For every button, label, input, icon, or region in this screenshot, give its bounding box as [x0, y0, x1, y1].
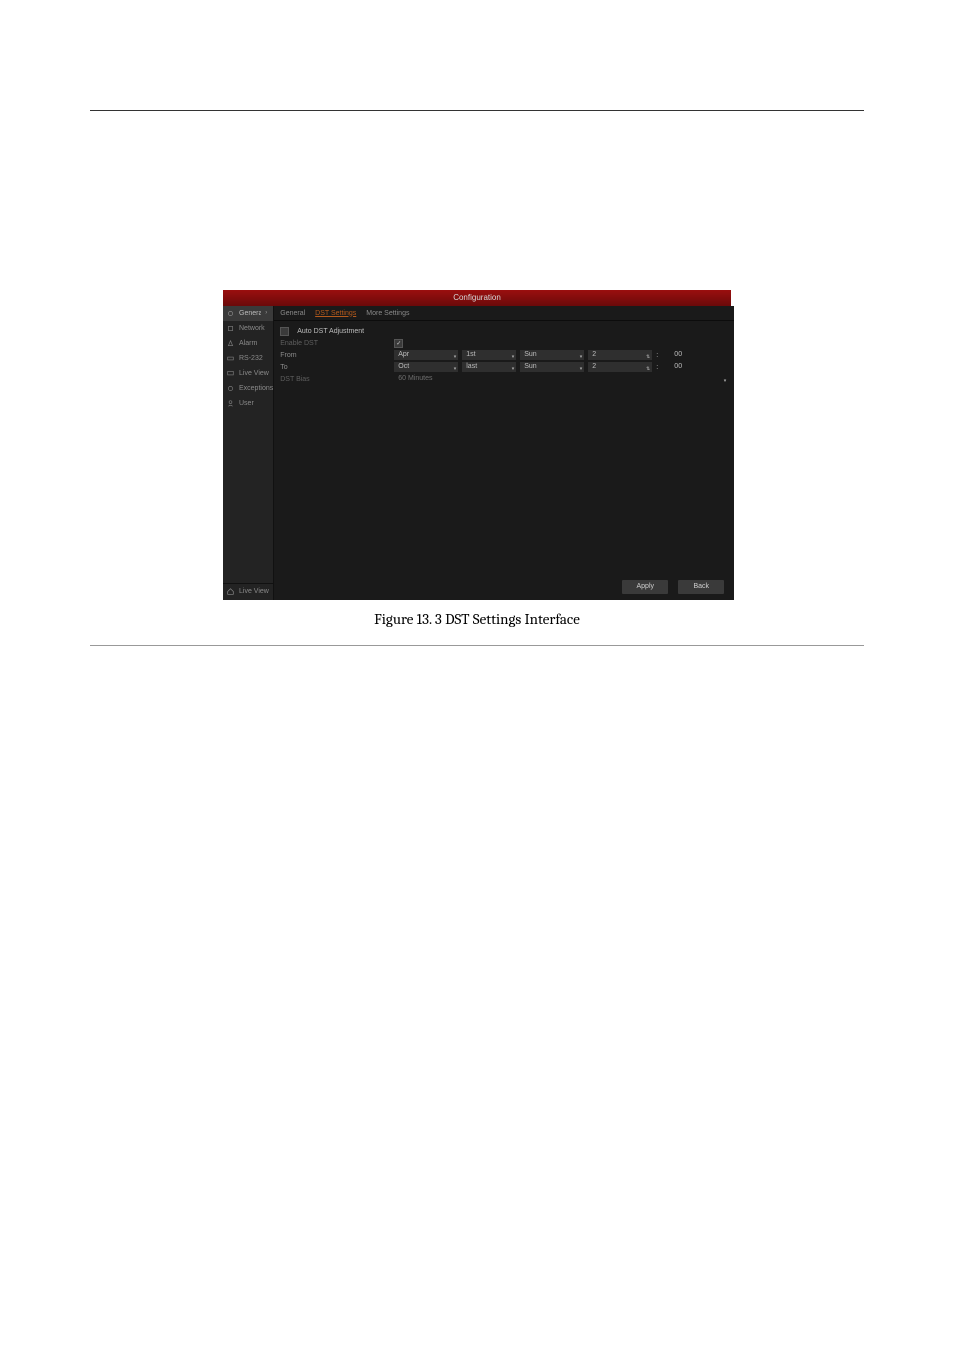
- row-enable-dst: Enable DST ✓: [280, 337, 728, 349]
- chevron-down-icon: ▾: [512, 364, 515, 374]
- spinner-icon: ⇅: [646, 364, 650, 374]
- sidebar-item-label: Live View: [239, 370, 269, 377]
- sidebar-item-label: General: [239, 310, 264, 317]
- to-label: To: [280, 364, 390, 371]
- to-day-value: Sun: [524, 363, 536, 370]
- sidebar-item-alarm[interactable]: Alarm: [223, 336, 273, 351]
- sidebar-item-network[interactable]: Network: [223, 321, 273, 336]
- from-month-value: Apr: [398, 351, 409, 358]
- window-title: Configuration: [223, 290, 731, 306]
- from-hour-value: 2: [592, 351, 596, 358]
- chevron-down-icon: ▾: [580, 352, 583, 362]
- chevron-down-icon: ▾: [454, 352, 457, 362]
- network-icon: [227, 325, 234, 332]
- gear-icon: [227, 310, 234, 317]
- from-day-select[interactable]: Sun ▾: [520, 350, 584, 360]
- tab-general[interactable]: General: [280, 310, 305, 317]
- from-ordinal-value: 1st: [466, 351, 475, 358]
- home-icon: [227, 588, 234, 595]
- sidebar-item-label: RS-232: [239, 355, 263, 362]
- dst-bias-label: DST Bias: [280, 376, 390, 383]
- user-icon: [227, 400, 234, 407]
- page-top-rule: [90, 110, 864, 111]
- from-month-select[interactable]: Apr ▾: [394, 350, 458, 360]
- config-app: Configuration General › Network Alarm: [223, 290, 731, 600]
- chevron-down-icon: ▾: [512, 352, 515, 362]
- to-month-value: Oct: [398, 363, 409, 370]
- sidebar: General › Network Alarm RS-232: [223, 306, 274, 600]
- sidebar-item-exceptions[interactable]: Exceptions: [223, 381, 273, 396]
- to-hour-spinner[interactable]: 2 ⇅: [588, 362, 652, 372]
- row-dst-bias: DST Bias 60 Minutes ▾: [280, 373, 728, 385]
- alarm-icon: [227, 340, 234, 347]
- sidebar-item-general[interactable]: General ›: [223, 306, 273, 321]
- sidebar-item-rs232[interactable]: RS-232: [223, 351, 273, 366]
- tab-dst-settings[interactable]: DST Settings: [315, 310, 356, 317]
- from-minute: 00: [662, 350, 690, 360]
- sidebar-item-liveview[interactable]: Live View: [223, 366, 273, 381]
- chevron-down-icon: ▾: [580, 364, 583, 374]
- sidebar-item-label: Exceptions: [239, 385, 273, 392]
- time-colon: :: [656, 352, 658, 359]
- chevron-right-icon: ›: [261, 308, 271, 319]
- warning-icon: [227, 385, 234, 392]
- dst-bias-select[interactable]: 60 Minutes ▾: [394, 374, 728, 384]
- sidebar-item-label: Network: [239, 325, 265, 332]
- chevron-down-icon: ▾: [454, 364, 457, 374]
- auto-dst-label: Auto DST Adjustment: [297, 328, 364, 335]
- sidebar-item-label: Alarm: [239, 340, 257, 347]
- enable-dst-checkbox[interactable]: ✓: [394, 339, 403, 348]
- live-view-label: Live View: [239, 588, 269, 595]
- apply-button[interactable]: Apply: [622, 580, 668, 594]
- enable-dst-label: Enable DST: [280, 340, 390, 347]
- tab-more-settings[interactable]: More Settings: [366, 310, 409, 317]
- content-panel: General DST Settings More Settings Auto …: [274, 306, 734, 600]
- to-ordinal-value: last: [466, 363, 477, 370]
- row-auto-dst: Auto DST Adjustment: [280, 325, 728, 337]
- to-ordinal-select[interactable]: last ▾: [462, 362, 516, 372]
- dst-form: Auto DST Adjustment Enable DST ✓ From Ap…: [274, 321, 734, 389]
- figure-caption: Figure 13. 3 DST Settings Interface: [223, 610, 731, 628]
- auto-dst-checkbox[interactable]: [280, 327, 289, 336]
- button-bar: Apply Back: [622, 580, 724, 594]
- from-day-value: Sun: [524, 351, 536, 358]
- sidebar-item-user[interactable]: User: [223, 396, 273, 411]
- sidebar-item-label: User: [239, 400, 254, 407]
- live-view-button[interactable]: Live View: [223, 583, 273, 600]
- back-button[interactable]: Back: [678, 580, 724, 594]
- from-label: From: [280, 352, 390, 359]
- from-ordinal-select[interactable]: 1st ▾: [462, 350, 516, 360]
- row-to: To Oct ▾ last ▾ Sun ▾: [280, 361, 728, 373]
- spinner-icon: ⇅: [646, 352, 650, 362]
- dst-bias-value: 60 Minutes: [398, 375, 432, 382]
- to-day-select[interactable]: Sun ▾: [520, 362, 584, 372]
- tab-bar: General DST Settings More Settings: [274, 306, 734, 321]
- to-month-select[interactable]: Oct ▾: [394, 362, 458, 372]
- monitor-icon: [227, 370, 234, 377]
- from-hour-spinner[interactable]: 2 ⇅: [588, 350, 652, 360]
- chevron-down-icon: ▾: [724, 376, 727, 386]
- serial-icon: [227, 355, 234, 362]
- section-rule: [90, 645, 864, 646]
- time-colon: :: [656, 364, 658, 371]
- row-from: From Apr ▾ 1st ▾ Sun ▾: [280, 349, 728, 361]
- to-hour-value: 2: [592, 363, 596, 370]
- to-minute: 00: [662, 362, 690, 372]
